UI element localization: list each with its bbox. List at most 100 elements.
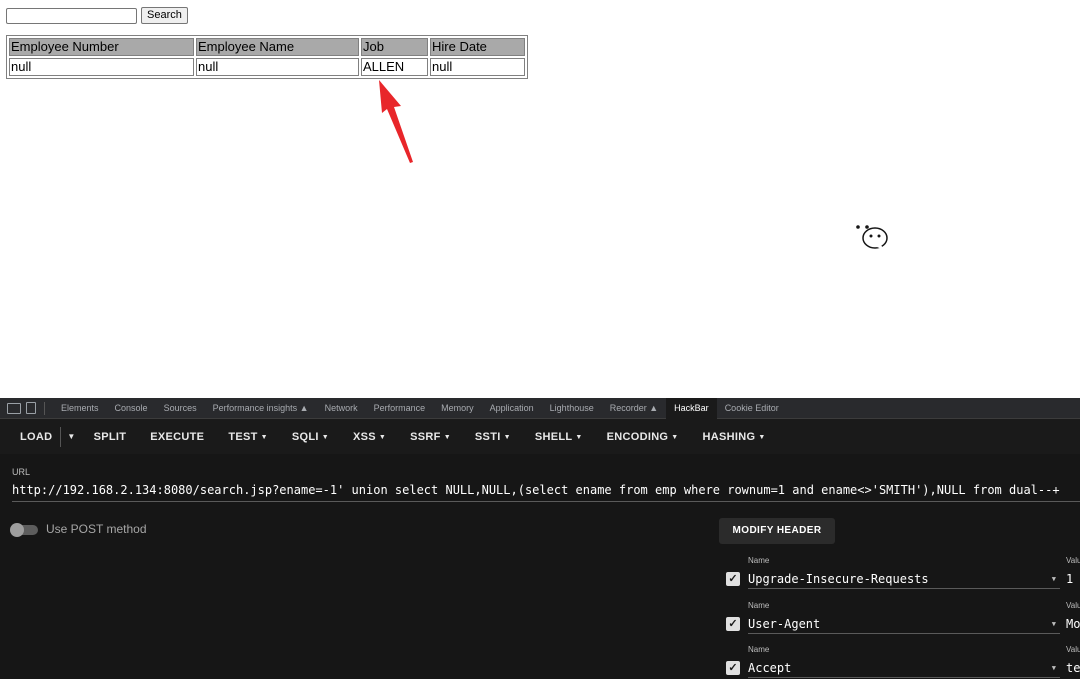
dropdown-arrow-icon[interactable]: ▼ — [1052, 614, 1056, 634]
toggle-knob — [10, 523, 24, 537]
inspect-element-icon[interactable] — [7, 402, 21, 414]
flask-icon: ▲ — [649, 402, 659, 413]
xss-menu[interactable]: XSS ▼ — [341, 431, 398, 443]
tab-label: Performance insights — [212, 402, 298, 413]
employee-table: Employee Number Employee Name Job Hire D… — [6, 35, 528, 79]
watermark-text: HACK学习呀 — [894, 222, 1037, 250]
dropdown-arrow-icon[interactable]: ▼ — [1052, 658, 1056, 678]
header-name-label: Name — [748, 645, 770, 654]
header-name-label: Name — [748, 601, 770, 610]
menu-label: SQLI — [291, 430, 319, 443]
header-value-field[interactable]: 1 — [1066, 569, 1080, 589]
column-header-employee-name: Employee Name — [196, 38, 359, 56]
search-input[interactable] — [6, 7, 137, 24]
caret-down-icon: ▼ — [758, 433, 766, 441]
post-method-toggle[interactable] — [10, 523, 38, 537]
column-header-employee-number: Employee Number — [9, 38, 194, 56]
cell-employee-number: null — [9, 58, 194, 76]
menu-label: SHELL — [534, 430, 573, 443]
menu-label: SSRF — [410, 430, 441, 443]
tab-elements[interactable]: Elements — [53, 398, 107, 419]
caret-down-icon: ▼ — [575, 433, 583, 441]
encoding-menu[interactable]: ENCODING ▼ — [595, 431, 691, 443]
caret-down-icon: ▼ — [378, 433, 387, 441]
header-name-value: User-Agent — [748, 617, 821, 631]
tab-memory[interactable]: Memory — [433, 398, 482, 419]
header-value-label: Valu — [1066, 556, 1080, 565]
menu-label: SSTI — [474, 430, 501, 443]
devtools-tab-bar: Elements Console Sources Performance ins… — [0, 398, 1080, 419]
ssti-menu[interactable]: SSTI ▼ — [463, 431, 523, 443]
menu-label: ENCODING — [606, 430, 669, 443]
devtools-panel: Elements Console Sources Performance ins… — [0, 398, 1080, 679]
sqli-menu[interactable]: SQLI ▼ — [280, 431, 341, 443]
toolbar-divider — [44, 401, 45, 415]
table-row: null null ALLEN null — [9, 58, 525, 76]
tab-network[interactable]: Network — [317, 398, 366, 419]
caret-down-icon: ▼ — [260, 433, 268, 441]
hackbar-menu: LOAD ▼ SPLIT EXECUTE TEST ▼ SQLI ▼ XSS ▼ SS… — [0, 419, 1080, 454]
menu-label: TEST — [228, 430, 258, 443]
header-name-field[interactable]: User-Agent ▼ — [748, 614, 1060, 634]
header-name-value: Upgrade-Insecure-Requests — [748, 572, 929, 586]
tab-lighthouse[interactable]: Lighthouse — [542, 398, 602, 419]
header-value-field[interactable]: Mo — [1066, 614, 1080, 634]
header-name-label: Name — [748, 556, 770, 565]
tab-cookie-editor[interactable]: Cookie Editor — [717, 398, 787, 419]
column-header-hire-date: Hire Date — [430, 38, 525, 56]
tab-console[interactable]: Console — [107, 398, 156, 419]
post-method-label: Use POST method — [46, 522, 147, 536]
header-checkbox[interactable]: ✓ — [726, 617, 740, 631]
header-checkbox[interactable]: ✓ — [726, 661, 740, 675]
tab-application[interactable]: Application — [482, 398, 542, 419]
red-arrow-annotation — [379, 80, 413, 163]
cell-hire-date: null — [430, 58, 525, 76]
tab-performance-insights[interactable]: Performance insights ▲ — [205, 398, 317, 419]
header-checkbox[interactable]: ✓ — [726, 572, 740, 586]
cell-employee-name: null — [196, 58, 359, 76]
header-name-value: Accept — [748, 661, 792, 675]
flask-icon: ▲ — [299, 402, 309, 413]
column-header-job: Job — [361, 38, 428, 56]
tab-label: Recorder — [609, 402, 647, 413]
url-underline — [12, 501, 1080, 502]
url-field[interactable]: http://192.168.2.134:8080/search.jsp?ena… — [12, 483, 1080, 497]
header-value-field[interactable]: te — [1066, 658, 1080, 678]
execute-button[interactable]: EXECUTE — [138, 431, 216, 443]
header-name-field[interactable]: Accept ▼ — [748, 658, 1060, 678]
split-button[interactable]: SPLIT — [82, 431, 139, 443]
tab-recorder[interactable]: Recorder ▲ — [602, 398, 666, 419]
caret-down-icon: ▼ — [321, 433, 329, 441]
tab-sources[interactable]: Sources — [156, 398, 205, 419]
wechat-icon — [849, 218, 888, 250]
dropdown-arrow-icon[interactable]: ▼ — [1052, 569, 1056, 589]
hackbar-body: URL http://192.168.2.134:8080/search.jsp… — [0, 454, 1080, 679]
header-name-field[interactable]: Upgrade-Insecure-Requests ▼ — [748, 569, 1060, 589]
search-form: Search — [6, 7, 188, 24]
header-row: ✓ Name User-Agent ▼ Valu Mo — [725, 601, 1080, 645]
load-button[interactable]: LOAD — [0, 431, 60, 443]
table-header-row: Employee Number Employee Name Job Hire D… — [9, 38, 525, 56]
url-label: URL — [12, 467, 31, 477]
watermark: HACK学习呀 — [848, 216, 1036, 251]
load-dropdown-caret-icon[interactable]: ▼ — [60, 426, 81, 447]
header-value-label: Valu — [1066, 645, 1080, 654]
caret-down-icon: ▼ — [503, 433, 511, 441]
tab-performance[interactable]: Performance — [366, 398, 434, 419]
menu-label: XSS — [352, 430, 376, 443]
header-row: ✓ Name Accept ▼ Valu te — [725, 645, 1080, 679]
ssrf-menu[interactable]: SSRF ▼ — [398, 431, 463, 443]
shell-menu[interactable]: SHELL ▼ — [523, 431, 595, 443]
device-toolbar-icon[interactable] — [26, 402, 36, 414]
header-value-label: Valu — [1066, 601, 1080, 610]
search-button[interactable]: Search — [141, 7, 188, 24]
hashing-menu[interactable]: HASHING ▼ — [691, 431, 778, 443]
menu-label: HASHING — [702, 430, 756, 443]
tab-hackbar[interactable]: HackBar — [666, 398, 717, 419]
header-row: ✓ Name Upgrade-Insecure-Requests ▼ Valu 1 — [725, 556, 1080, 600]
caret-down-icon: ▼ — [443, 433, 451, 441]
cell-job: ALLEN — [361, 58, 428, 76]
caret-down-icon: ▼ — [671, 433, 679, 441]
test-menu[interactable]: TEST ▼ — [216, 431, 280, 443]
modify-header-button[interactable]: MODIFY HEADER — [719, 518, 835, 544]
